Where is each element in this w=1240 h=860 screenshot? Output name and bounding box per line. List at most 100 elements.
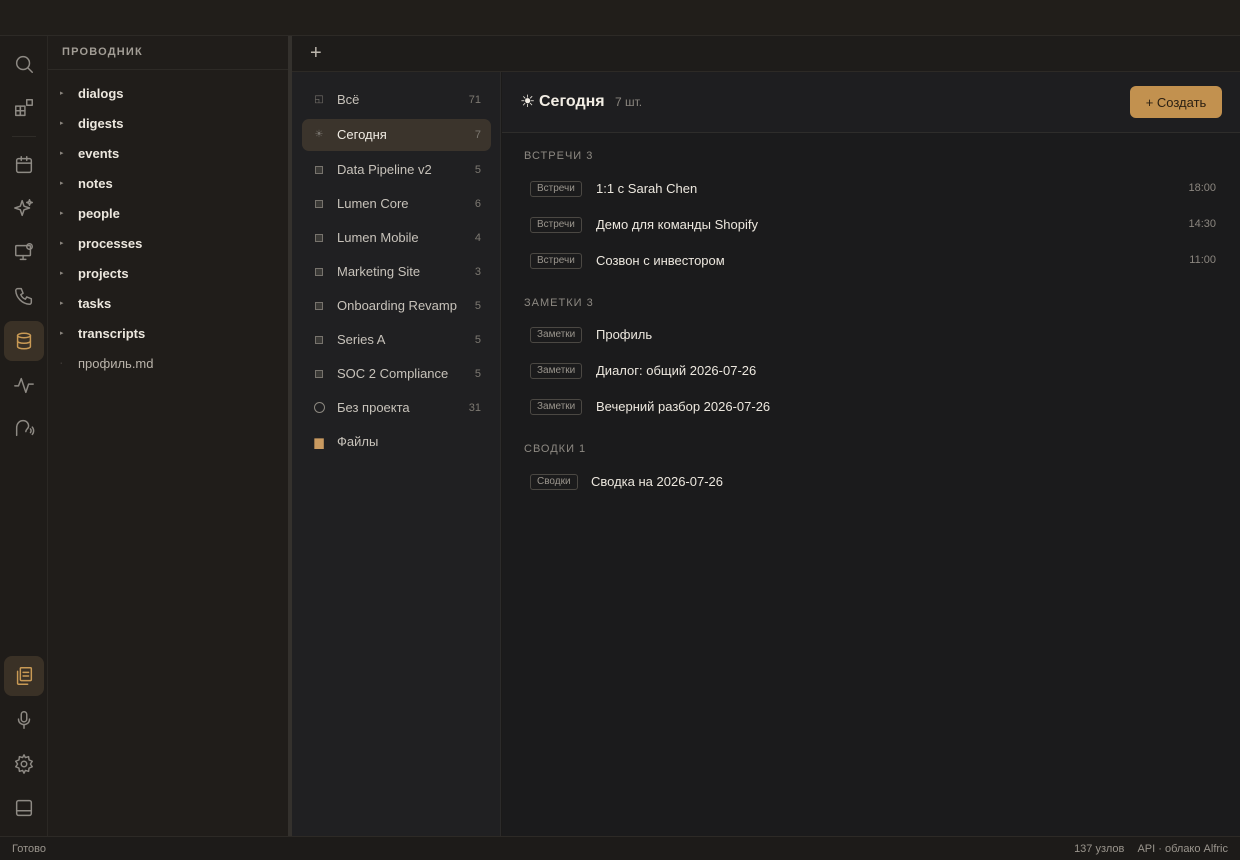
project-item[interactable]: ☀ Сегодня 7: [302, 119, 491, 151]
project-count: 4: [474, 232, 481, 244]
category-badge: Сводки: [530, 474, 578, 490]
search-icon[interactable]: [4, 44, 44, 84]
project-item[interactable]: Series A 5: [302, 324, 491, 356]
section-title: ВСТРЕЧИ 3: [524, 150, 594, 162]
project-square-icon: [312, 231, 326, 245]
project-item[interactable]: ◱ Всё 71: [302, 84, 491, 116]
page-title: Сегодня: [539, 93, 605, 110]
activity-divider: [12, 136, 36, 137]
project-item[interactable]: ▆ Файлы: [302, 426, 491, 458]
tab-strip: +: [292, 36, 1240, 72]
item-time: 18:00: [1188, 182, 1216, 194]
item-time: 11:00: [1189, 254, 1216, 266]
api-status[interactable]: API · облако Alfric: [1137, 843, 1228, 855]
file-dot-icon: ·: [60, 359, 63, 367]
item-title: Диалог: общий 2026-07-26: [596, 363, 757, 378]
list-item[interactable]: Сводки Сводка на 2026-07-26: [526, 467, 1216, 497]
category-badge: Заметки: [530, 327, 583, 343]
title-bar: [0, 0, 1240, 36]
list-item[interactable]: Встречи Демо для команды Shopify 14:30: [526, 210, 1216, 240]
sun-icon: ☀: [314, 129, 324, 140]
gear-icon[interactable]: [4, 744, 44, 784]
tree-folder[interactable]: ▸ tasks: [48, 290, 288, 316]
item-title: Профиль: [596, 327, 653, 342]
tree-folder[interactable]: ▸ people: [48, 200, 288, 226]
activity-bar: [0, 36, 48, 836]
tree-item-label: people: [78, 205, 120, 221]
voice-listen-icon[interactable]: [4, 408, 44, 448]
project-name: Series A: [337, 332, 386, 347]
list-item[interactable]: Заметки Вечерний разбор 2026-07-26: [526, 392, 1216, 422]
project-item[interactable]: Data Pipeline v2 5: [302, 154, 491, 186]
chevron-right-icon: ▸: [60, 120, 64, 127]
microphone-icon[interactable]: [4, 700, 44, 740]
tree-folder[interactable]: ▸ digests: [48, 110, 288, 136]
chevron-right-icon: ▸: [60, 150, 64, 157]
list-item[interactable]: Встречи 1:1 с Sarah Chen 18:00: [526, 174, 1216, 204]
phone-icon[interactable]: [4, 276, 44, 316]
project-count: 5: [474, 164, 481, 176]
explorer-panel: ПРОВОДНИК ▸ dialogs ▸ digests ▸ events ▸ notes ▸…: [48, 36, 288, 836]
project-count: 71: [468, 94, 481, 106]
category-badge: Встречи: [530, 181, 582, 197]
create-button[interactable]: + Создать: [1130, 86, 1222, 118]
project-name: Lumen Core: [337, 196, 409, 211]
tree-folder[interactable]: ▸ notes: [48, 170, 288, 196]
project-count: 3: [474, 266, 481, 278]
main-header: ☀ Сегодня 7 шт. + Создать: [502, 72, 1240, 133]
project-name: SOC 2 Compliance: [337, 366, 449, 381]
new-tab-button[interactable]: +: [310, 42, 322, 64]
item-title: Созвон с инвестором: [596, 253, 725, 268]
project-count: 7: [474, 129, 481, 141]
tree-folder[interactable]: ▸ transcripts: [48, 320, 288, 346]
tree-folder[interactable]: ▸ events: [48, 140, 288, 166]
chevron-right-icon: ▸: [60, 210, 64, 217]
list-item[interactable]: Встречи Созвон с инвестором 11:00: [526, 246, 1216, 276]
project-square-icon: [312, 299, 326, 313]
sun-icon: ☀: [520, 92, 536, 111]
chevron-right-icon: ▸: [60, 300, 64, 307]
category-badge: Встречи: [530, 217, 582, 233]
tree-item-label: tasks: [78, 295, 112, 311]
item-title: 1:1 с Sarah Chen: [596, 181, 698, 196]
project-name: Файлы: [337, 434, 379, 449]
calendar-icon[interactable]: [4, 145, 44, 185]
list-item[interactable]: Заметки Профиль: [526, 320, 1216, 350]
project-item[interactable]: Без проекта 31: [302, 392, 491, 424]
item-time: 14:30: [1188, 218, 1216, 230]
projects-list: ◱ Всё 71 ☀ Сегодня 7 Data Pipeline v2 5 Lumen Co…: [292, 72, 501, 836]
item-title: Вечерний разбор 2026-07-26: [596, 399, 771, 414]
item-title: Сводка на 2026-07-26: [591, 474, 724, 489]
project-item[interactable]: Onboarding Revamp 5: [302, 290, 491, 322]
database-icon[interactable]: [4, 321, 44, 361]
project-square-icon: [312, 163, 326, 177]
panel-toggle-icon[interactable]: [4, 788, 44, 828]
tree-file[interactable]: · профиль.md: [48, 350, 288, 376]
project-square-icon: [312, 197, 326, 211]
sparkles-icon[interactable]: [4, 188, 44, 228]
project-count: 31: [468, 402, 481, 414]
tree-item-label: transcripts: [78, 325, 146, 341]
project-count: 6: [474, 198, 481, 210]
status-bar: Готово 137 узлов API · облако Alfric: [0, 836, 1240, 860]
list-item[interactable]: Заметки Диалог: общий 2026-07-26: [526, 356, 1216, 386]
project-item[interactable]: Marketing Site 3: [302, 256, 491, 288]
project-item[interactable]: SOC 2 Compliance 5: [302, 358, 491, 390]
project-item[interactable]: Lumen Mobile 4: [302, 222, 491, 254]
chevron-right-icon: ▸: [60, 90, 64, 97]
project-square-icon: [312, 367, 326, 381]
screen-user-icon[interactable]: [4, 232, 44, 272]
project-name: Lumen Mobile: [337, 230, 419, 245]
project-count: 5: [474, 300, 481, 312]
chevron-right-icon: ▸: [60, 180, 64, 187]
tree-folder[interactable]: ▸ processes: [48, 230, 288, 256]
activity-pulse-icon[interactable]: [4, 365, 44, 405]
extensions-icon[interactable]: [4, 88, 44, 128]
documents-icon[interactable]: [4, 656, 44, 696]
tree-folder[interactable]: ▸ dialogs: [48, 80, 288, 106]
tree-folder[interactable]: ▸ projects: [48, 260, 288, 286]
chevron-right-icon: ▸: [60, 240, 64, 247]
project-item[interactable]: Lumen Core 6: [302, 188, 491, 220]
tree-item-label: notes: [78, 175, 113, 191]
project-name: Сегодня: [337, 127, 387, 142]
